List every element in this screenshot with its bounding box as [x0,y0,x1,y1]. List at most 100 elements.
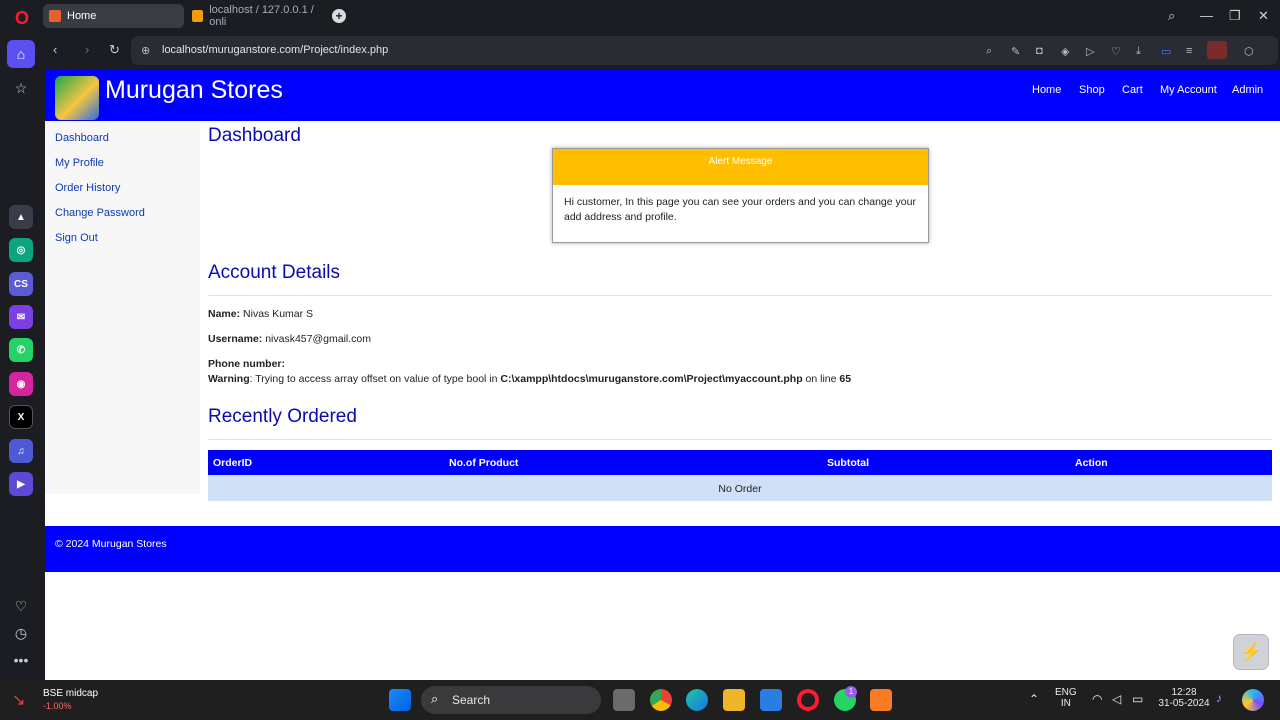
site-header: Murugan Stores Home Shop Cart My Account… [45,70,1280,121]
player-app-icon[interactable]: ▶ [9,472,33,496]
easy-setup-icon[interactable]: ≡ [1186,45,1192,57]
site-info-icon[interactable]: ⊕ [141,44,150,57]
search-tabs-icon[interactable]: ⌕ [1168,8,1175,24]
music-player-icon[interactable]: ♫ [9,439,33,463]
instagram-icon[interactable]: ◉ [9,372,33,396]
home-icon[interactable]: ⌂ [7,40,35,68]
chatgpt-app-icon[interactable]: ◎ [9,238,33,262]
extensions-icon[interactable]: ⬡ [1244,45,1254,58]
opera-menu-icon[interactable]: O [10,6,34,30]
play-icon[interactable]: ▷ [1086,45,1094,58]
nav-shop[interactable]: Shop [1079,84,1105,96]
copilot-icon[interactable] [1242,689,1264,711]
col-subtotal: Subtotal [827,457,869,469]
clock[interactable]: 12:28 31-05-2024 [1156,687,1212,709]
username-value: nivask457@gmail.com [265,333,371,345]
cs-app-icon[interactable]: CS [9,272,33,296]
history-icon[interactable]: ◷ [9,621,33,645]
more-icon[interactable]: ••• [9,648,33,672]
store-icon[interactable] [760,689,782,711]
store-logo[interactable] [55,76,99,120]
tab-home[interactable]: Home [43,4,184,28]
phone-row: Phone number: [208,358,285,370]
web-page: Murugan Stores Home Shop Cart My Account… [45,70,1280,680]
address-bar[interactable]: ⊕ localhost/muruganstore.com/Project/ind… [131,36,1278,65]
task-view-icon[interactable] [613,689,635,711]
taskbar-search[interactable]: ⌕ Search [421,686,601,714]
whatsapp-icon[interactable]: ✆ [9,338,33,362]
sidebar-item-change-password[interactable]: Change Password [55,207,145,219]
account-sidebar: Dashboard My Profile Order History Chang… [45,121,200,494]
edge-icon[interactable] [686,689,708,711]
restore-icon[interactable]: ❐ [1229,8,1241,24]
messenger-icon[interactable]: ✉ [9,305,33,329]
tab-bar: Home localhost / 127.0.0.1 / onli + ⌕ — … [43,0,1280,33]
search-page-icon[interactable]: ⌕ [986,45,992,58]
x-twitter-icon[interactable]: X [9,405,33,429]
whatsapp-badge: 1 [845,686,857,698]
nav-home[interactable]: Home [1032,84,1061,96]
profile-avatar-icon[interactable] [1207,41,1227,59]
shield-icon[interactable]: ◈ [1061,45,1069,58]
minimize-icon[interactable]: — [1200,8,1213,23]
name-value: Nivas Kumar S [243,308,314,320]
nav-cart[interactable]: Cart [1122,84,1143,96]
tab-label: Home [67,10,97,22]
stock-name[interactable]: BSE midcap [43,688,98,699]
chevron-up-icon[interactable]: ⌃ [1029,692,1039,706]
volume-icon[interactable]: ◁ [1112,692,1121,706]
warning-path: C:\xampp\htdocs\muruganstore.com\Project… [500,373,803,385]
opera-taskbar-icon[interactable] [797,689,819,711]
sidebar-item-order-history[interactable]: Order History [55,182,120,194]
back-icon[interactable]: ‹ [53,42,57,57]
account-details-title: Account Details [208,262,341,283]
bookmark-star-icon[interactable]: ☆ [9,76,33,100]
site-brand[interactable]: Murugan Stores [105,76,283,105]
lang-top: ENG [1055,687,1077,698]
forward-icon[interactable]: › [85,42,89,57]
snapshot-icon[interactable]: ◘ [1036,45,1043,57]
search-label: Search [452,693,491,707]
xampp-icon[interactable] [870,689,892,711]
aria-app-icon[interactable]: ▲ [9,205,33,229]
browser-sidebar: O ⌂ ☆ ▲ ◎ CS ✉ ✆ ◉ X ♫ ▶ ♡ ◷ ••• [0,0,43,680]
chrome-icon[interactable] [650,689,672,711]
heart-icon[interactable]: ♡ [1111,45,1121,58]
tab-phpmyadmin[interactable]: localhost / 127.0.0.1 / onli [186,4,326,28]
table-header: OrderID No.of Product Subtotal Action [208,450,1272,475]
heart-icon[interactable]: ♡ [9,594,33,618]
alert-title: Alert Message [553,149,928,185]
reload-icon[interactable]: ↻ [109,42,120,58]
home-favicon-icon [49,10,61,22]
stock-chart-icon: ↘ [12,692,26,709]
sidebar-item-sign-out[interactable]: Sign Out [55,232,98,244]
url-text[interactable]: localhost/muruganstore.com/Project/index… [162,44,388,56]
warning-label: Warning [208,373,250,385]
nav-my-account[interactable]: My Account [1160,84,1217,96]
close-window-icon[interactable]: ✕ [1258,8,1269,24]
sidebar-item-my-profile[interactable]: My Profile [55,157,104,169]
divider [208,439,1272,440]
battery-icon[interactable]: ▭ [1132,692,1143,706]
nav-admin[interactable]: Admin [1232,84,1263,96]
alert-box: Alert Message Hi customer, In this page … [552,148,929,243]
file-explorer-icon[interactable] [723,689,745,711]
download-icon[interactable]: ⤓ [1136,45,1141,58]
edit-icon[interactable]: ✎ [1011,45,1020,58]
windows-start-icon[interactable] [389,689,411,711]
floating-action-icon[interactable]: ⚡ [1233,634,1269,670]
tab-label: localhost / 127.0.0.1 / onli [209,4,314,28]
sidebar-item-dashboard[interactable]: Dashboard [55,132,109,144]
wifi-icon[interactable]: ◠ [1092,692,1102,706]
language-indicator[interactable]: ENG IN [1055,687,1077,709]
navigation-bar: ‹ › ↻ ⊕ localhost/muruganstore.com/Proje… [43,33,1280,69]
new-tab-icon[interactable]: + [332,9,346,23]
notification-bell-icon[interactable]: ♪ [1216,691,1222,705]
clock-date: 31-05-2024 [1158,698,1210,709]
vpn-icon[interactable]: ▭ [1161,45,1171,58]
table-row: No Order [208,475,1272,501]
name-label: Name: [208,308,241,320]
col-orderid: OrderID [213,457,253,469]
username-row: Username: nivask457@gmail.com [208,333,371,345]
warning-line: 65 [839,373,852,385]
